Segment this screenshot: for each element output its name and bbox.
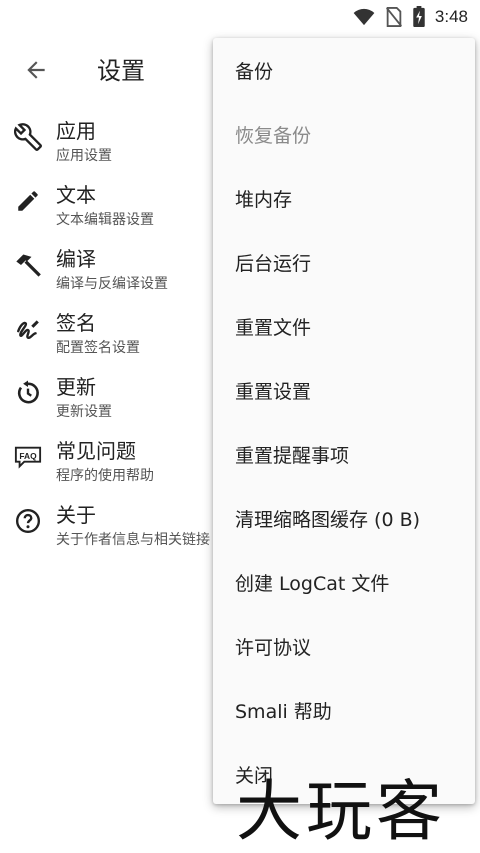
setting-subtitle: 应用设置 [56, 148, 112, 164]
setting-title: 文本 [56, 183, 96, 207]
update-icon [14, 379, 42, 407]
setting-title: 关于 [56, 503, 96, 527]
watermark-text: 大玩客 [236, 773, 446, 850]
menu-item-restore-backup: 恢复备份 [213, 102, 475, 166]
help-circle-icon [14, 507, 42, 535]
menu-item-smali-help[interactable]: Smali 帮助 [213, 678, 475, 742]
page-title: 设置 [97, 57, 145, 85]
setting-subtitle: 程序的使用帮助 [56, 468, 154, 484]
menu-item-reset-settings[interactable]: 重置设置 [213, 358, 475, 422]
setting-subtitle: 关于作者信息与相关链接 [56, 532, 210, 548]
status-bar: 3:48 [0, 0, 480, 34]
menu-item-label: Smali 帮助 [235, 700, 332, 723]
menu-item-label: 创建 LogCat 文件 [235, 572, 390, 595]
menu-item-label: 备份 [235, 60, 274, 83]
signature-icon [14, 315, 42, 343]
svg-text:FAQ: FAQ [19, 451, 37, 461]
setting-title: 更新 [56, 375, 96, 399]
menu-item-clear-thumbnail-cache[interactable]: 清理缩略图缓存 (0 B) [213, 486, 475, 550]
watermark: 大玩客 [236, 770, 476, 853]
menu-item-label: 重置提醒事项 [235, 444, 350, 467]
faq-icon: FAQ [14, 443, 42, 471]
menu-item-label: 堆内存 [235, 188, 293, 211]
status-time: 3:48 [434, 6, 468, 26]
setting-subtitle: 更新设置 [56, 404, 112, 420]
arrow-left-icon [27, 61, 45, 79]
overflow-menu: 备份 恢复备份 堆内存 后台运行 重置文件 重置设置 重置提醒事项 清理缩略图缓… [213, 38, 475, 804]
setting-subtitle: 配置签名设置 [56, 340, 140, 356]
setting-subtitle: 文本编辑器设置 [56, 212, 154, 228]
menu-item-license[interactable]: 许可协议 [213, 614, 475, 678]
menu-item-label: 恢复备份 [235, 124, 312, 147]
wifi-icon [353, 8, 375, 25]
battery-charging-icon [413, 6, 425, 27]
menu-item-background-run[interactable]: 后台运行 [213, 230, 475, 294]
hammer-icon [14, 251, 42, 279]
menu-item-label: 重置文件 [235, 316, 312, 339]
no-sim-icon [385, 6, 402, 27]
wrench-icon [14, 123, 42, 151]
menu-item-heap-memory[interactable]: 堆内存 [213, 166, 475, 230]
setting-title: 常见问题 [56, 439, 136, 463]
setting-title: 应用 [56, 119, 96, 143]
setting-title: 签名 [56, 311, 96, 335]
setting-subtitle: 编译与反编译设置 [56, 276, 168, 292]
menu-item-reset-reminders[interactable]: 重置提醒事项 [213, 422, 475, 486]
menu-item-label: 清理缩略图缓存 (0 B) [235, 508, 421, 531]
back-button[interactable] [20, 54, 52, 86]
menu-item-reset-files[interactable]: 重置文件 [213, 294, 475, 358]
menu-item-label: 许可协议 [235, 636, 312, 659]
menu-item-create-logcat[interactable]: 创建 LogCat 文件 [213, 550, 475, 614]
pencil-icon [14, 187, 42, 215]
menu-item-backup[interactable]: 备份 [213, 38, 475, 102]
status-icons: 3:48 [353, 6, 468, 27]
menu-item-label: 后台运行 [235, 252, 312, 275]
menu-item-label: 重置设置 [235, 380, 312, 403]
setting-title: 编译 [56, 247, 96, 271]
